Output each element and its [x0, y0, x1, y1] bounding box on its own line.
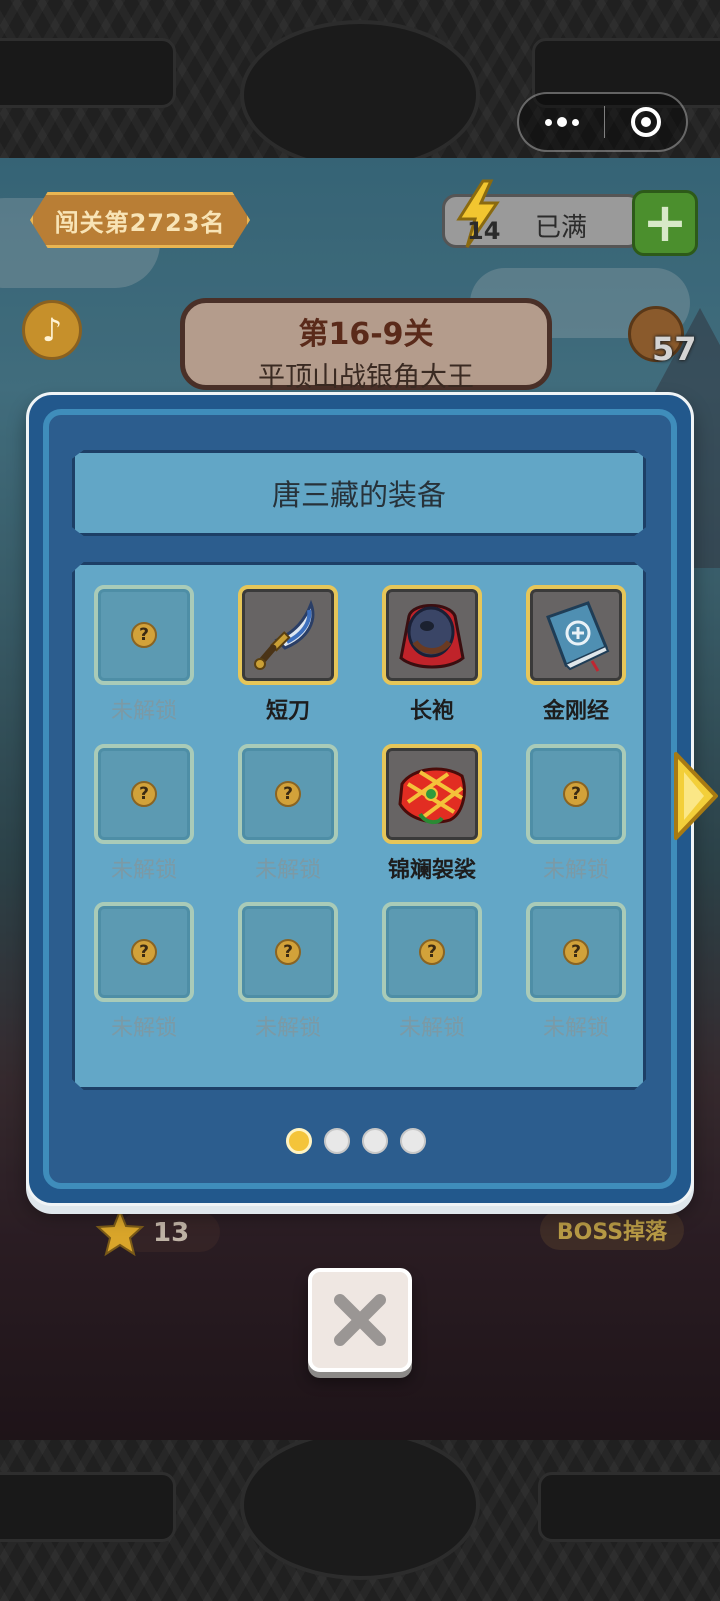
rank-label: 闯关第2723名: [54, 208, 226, 237]
equipment-slot-7[interactable]: 锦斓袈裟: [377, 744, 487, 884]
robe-icon: [399, 604, 465, 669]
equipment-slot-9[interactable]: ? 未解锁: [89, 902, 199, 1042]
next-page-arrow-icon[interactable]: [672, 748, 720, 844]
energy-status: 已满: [535, 213, 588, 243]
miniprogram-capsule: [517, 92, 688, 152]
star-counter: 13: [95, 1208, 189, 1258]
close-icon: [334, 1294, 386, 1346]
equipment-slot-5[interactable]: ? 未解锁: [89, 744, 199, 884]
slot-label: 未解锁: [542, 1016, 609, 1041]
page-dot-1[interactable]: [286, 1128, 312, 1154]
music-note-icon: ♪: [41, 311, 63, 349]
question-icon: ?: [419, 939, 445, 965]
question-icon: ?: [563, 781, 589, 807]
page-indicator: [286, 1128, 426, 1154]
add-energy-button[interactable]: +: [632, 190, 698, 256]
kasaya-icon: [398, 767, 466, 825]
plus-icon: +: [642, 191, 688, 254]
slot-label: 未解锁: [254, 1016, 321, 1041]
slot-label: 未解锁: [110, 699, 177, 724]
slot-label: 未解锁: [398, 1016, 465, 1041]
music-toggle-button[interactable]: ♪: [22, 300, 82, 360]
more-options-button[interactable]: [519, 94, 604, 150]
energy-count: 14: [467, 217, 501, 245]
equipment-slot-3[interactable]: 长袍: [377, 585, 487, 725]
equipment-slot-11[interactable]: ? 未解锁: [377, 902, 487, 1042]
frame-plate-right: [538, 1472, 720, 1542]
equipment-slot-12[interactable]: ? 未解锁: [521, 902, 631, 1042]
level-plaque: 第16-9关 平顶山战银角大王: [180, 298, 552, 393]
frame-plate-left: [0, 38, 176, 108]
dialog-title: 唐三藏的装备: [271, 478, 446, 512]
coin-count: 57: [652, 330, 697, 368]
level-number: 第16-9关: [298, 317, 434, 352]
slot-label: 短刀: [265, 699, 310, 724]
question-icon: ?: [275, 781, 301, 807]
slot-label: 金刚经: [542, 699, 609, 724]
frame-plate-left: [0, 1472, 176, 1542]
equipment-slot-2[interactable]: 短刀: [233, 585, 343, 725]
slot-label: 未解锁: [542, 858, 609, 883]
slot-label: 未解锁: [110, 1016, 177, 1041]
question-icon: ?: [131, 939, 157, 965]
dagger-icon: [254, 599, 315, 670]
slot-label: 长袍: [409, 699, 454, 724]
page-dot-4[interactable]: [400, 1128, 426, 1154]
equipment-slot-8[interactable]: ? 未解锁: [521, 744, 631, 884]
question-icon: ?: [131, 781, 157, 807]
star-icon: [95, 1208, 145, 1257]
star-count: 13: [153, 1218, 190, 1248]
slot-label: 锦斓袈裟: [387, 858, 476, 883]
rank-banner[interactable]: 闯关第2723名: [30, 192, 250, 248]
sutra-book-icon: [546, 601, 610, 672]
page-dot-3[interactable]: [362, 1128, 388, 1154]
question-icon: ?: [275, 939, 301, 965]
exit-miniprogram-button[interactable]: [605, 107, 686, 137]
equipment-slot-6[interactable]: ? 未解锁: [233, 744, 343, 884]
slot-label: 未解锁: [110, 858, 177, 883]
target-icon: [630, 107, 661, 137]
boss-drop-label: BOSS掉落: [556, 1220, 668, 1245]
equipment-slot-1[interactable]: ? 未解锁: [89, 585, 199, 725]
page-dot-2[interactable]: [324, 1128, 350, 1154]
equipment-slot-10[interactable]: ? 未解锁: [233, 902, 343, 1042]
bottom-frame: [0, 1440, 720, 1601]
slot-label: 未解锁: [254, 858, 321, 883]
question-icon: ?: [131, 622, 157, 648]
energy-bar: 14 已满: [442, 179, 642, 248]
equipment-slot-4[interactable]: 金刚经: [521, 585, 631, 725]
boss-drop-badge[interactable]: BOSS掉落: [540, 1210, 684, 1250]
question-icon: ?: [563, 939, 589, 965]
close-dialog-button[interactable]: [308, 1268, 412, 1372]
frame-medallion: [240, 20, 480, 158]
level-name: 平顶山战银角大王: [258, 362, 474, 393]
dialog-title-bar: 唐三藏的装备: [72, 450, 646, 536]
